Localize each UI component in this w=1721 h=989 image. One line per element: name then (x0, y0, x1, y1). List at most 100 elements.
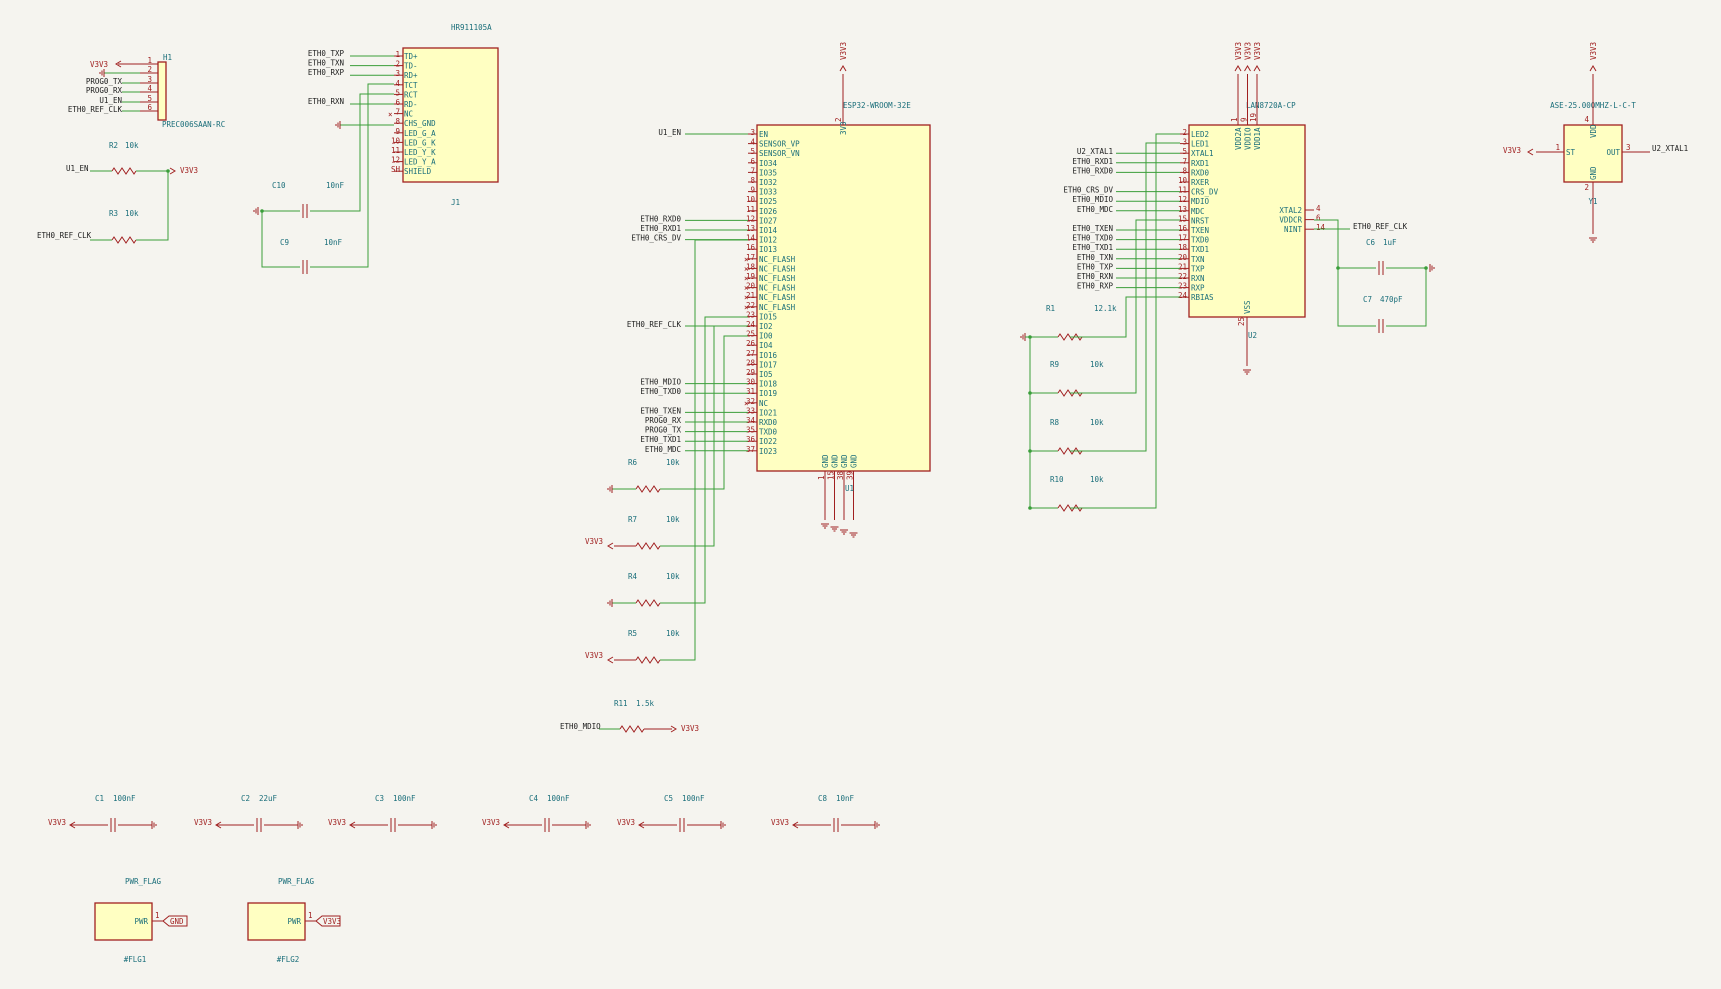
pin-name: IO14 (759, 226, 778, 235)
connector-j1: HR911105A 1 TD+ 2 TD- 3 RD+ 4 TCT 5 RCT 6 RD- 7 NC 8 CHS… (253, 23, 499, 274)
pin-number: 29 (746, 368, 755, 377)
pin-name: SHIELD (404, 167, 432, 176)
reference-label: #FLG2 (277, 955, 300, 964)
net-label: U1_EN (66, 164, 89, 173)
pin-number: 33 (746, 406, 755, 415)
pin-name: RD+ (404, 71, 418, 80)
wire (310, 83, 394, 268)
wire (310, 93, 394, 212)
value-label: 100nF (682, 794, 705, 803)
pin-number: 5 (1182, 147, 1187, 156)
net-label: ETH0_RXD0 (1072, 166, 1113, 175)
pin-number: 3 (395, 69, 400, 78)
pin-name: LED_Y_K (404, 148, 436, 157)
pin-name: IO18 (759, 380, 778, 389)
net-label: V3V3 (1253, 42, 1262, 60)
pin-name: RXD0 (1191, 168, 1210, 177)
reference-label: R5 (628, 629, 637, 638)
pin-number: 5 (395, 88, 400, 97)
net-label: ETH0_TXD1 (640, 435, 681, 444)
pin-number: 3 (750, 128, 755, 137)
power-arrow (1527, 148, 1534, 156)
pin-number: 4 (750, 138, 755, 147)
pin-number: 1 (395, 50, 400, 59)
reference-label: J1 (451, 198, 460, 207)
pin-number: 12 (391, 156, 400, 165)
value-label: 10nF (326, 181, 345, 190)
power-arrow (1244, 65, 1251, 72)
power-arrow (169, 167, 176, 175)
pin-name: ST (1566, 148, 1576, 157)
value-label: 10k (1090, 418, 1104, 427)
reference-label: C4 (529, 794, 539, 803)
pin-number: 4 (395, 79, 400, 88)
pin-number: 34 (746, 416, 756, 425)
pin-name: TD- (404, 62, 418, 71)
pin-name: LED2 (1191, 130, 1209, 139)
power-arrow (607, 542, 614, 550)
pin-number: 31 (746, 387, 755, 396)
pin-name: XTAL1 (1191, 149, 1214, 158)
net-label: PROG0_TX (645, 426, 682, 435)
value-label: 10k (1090, 475, 1104, 484)
net-label: ETH0_MDIO (1072, 195, 1113, 204)
pin-number: 20 (1178, 253, 1188, 262)
value-label: 10k (125, 141, 139, 150)
pin-name: RD- (404, 100, 418, 109)
resistors-left: R2 10k U1_EN V3V3 R3 10k ETH0_REF_CLK (37, 141, 198, 244)
net-label: V3V3 (1589, 42, 1598, 60)
power-arrow (839, 65, 847, 72)
pin-number: 14 (746, 234, 756, 243)
net-label: V3V3 (1244, 42, 1253, 60)
pin-name: VDD (1589, 124, 1598, 138)
net-label: U1_EN (99, 96, 122, 105)
reference-label: #FLG1 (124, 955, 147, 964)
value-label: 100nF (393, 794, 416, 803)
pin-name: GND (850, 454, 859, 468)
pin-name: MDIO (1191, 197, 1210, 206)
reference-label: C2 (241, 794, 250, 803)
net-label: ETH0_TXP (1077, 262, 1114, 271)
pin-name: TXD0 (1191, 236, 1210, 245)
value-label: 10nF (836, 794, 855, 803)
pin-name: GND (831, 454, 840, 468)
pin-name: IO15 (759, 312, 777, 321)
reference-label: R4 (628, 572, 638, 581)
pin-number: 10 (746, 195, 756, 204)
net-label: ETH0_CRS_DV (631, 234, 681, 243)
pin-name: VDD2A (1234, 127, 1243, 150)
pin-number: 24 (746, 320, 756, 329)
value-label: PREC006SAAN-RC (162, 120, 225, 129)
net-label: U2_XTAL1 (1077, 147, 1113, 156)
net-label: PROG0_RX (645, 416, 682, 425)
resistor-ladder: R6 10k R7 10k V3V3 R4 10k R5 10k V3V3 R11 1.5k ETH0_… (560, 458, 699, 733)
value-label: 100nF (547, 794, 570, 803)
resistor-symbol (111, 236, 137, 244)
pin-number: 1 (155, 911, 160, 920)
pin-number: 6 (147, 103, 152, 112)
value-label: LAN8720A-CP (1246, 101, 1296, 110)
pin-number: 13 (746, 224, 755, 233)
pin-number: 12 (746, 214, 755, 223)
pin-name: IO2 (759, 322, 773, 331)
net-label: V3V3 (180, 166, 198, 175)
phy-u2: LAN8720A-CP V3V3 VDD2A 1 V3V3 VDDIO 9 V3V3 VDD1A… (1063, 42, 1435, 509)
net-label: V3V3 (771, 818, 789, 827)
pin-name: LED_G_A (404, 129, 436, 138)
pin-number: 35 (746, 426, 755, 435)
net-label: ETH0_REF_CLK (68, 105, 123, 114)
pin-name: 3V3 (839, 121, 848, 135)
reference-label: C5 (664, 794, 673, 803)
reference-label: R3 (109, 209, 118, 218)
pin-name: VSS (1243, 300, 1252, 314)
value-label: HR911105A (451, 23, 492, 32)
schematic-canvas: H1123456PREC006SAAN-RCV3V3PROG0_TXPROG0_… (37, 23, 1688, 964)
reference-label: R9 (1050, 360, 1059, 369)
value-label: 10nF (324, 238, 343, 247)
reference-label: R7 (628, 515, 637, 524)
pin-number: 4 (147, 84, 152, 93)
pin-name: RCT (404, 90, 418, 99)
pin-number: 10 (391, 136, 401, 145)
pin-name: PWR (134, 917, 148, 926)
pin-number: 26 (746, 339, 756, 348)
